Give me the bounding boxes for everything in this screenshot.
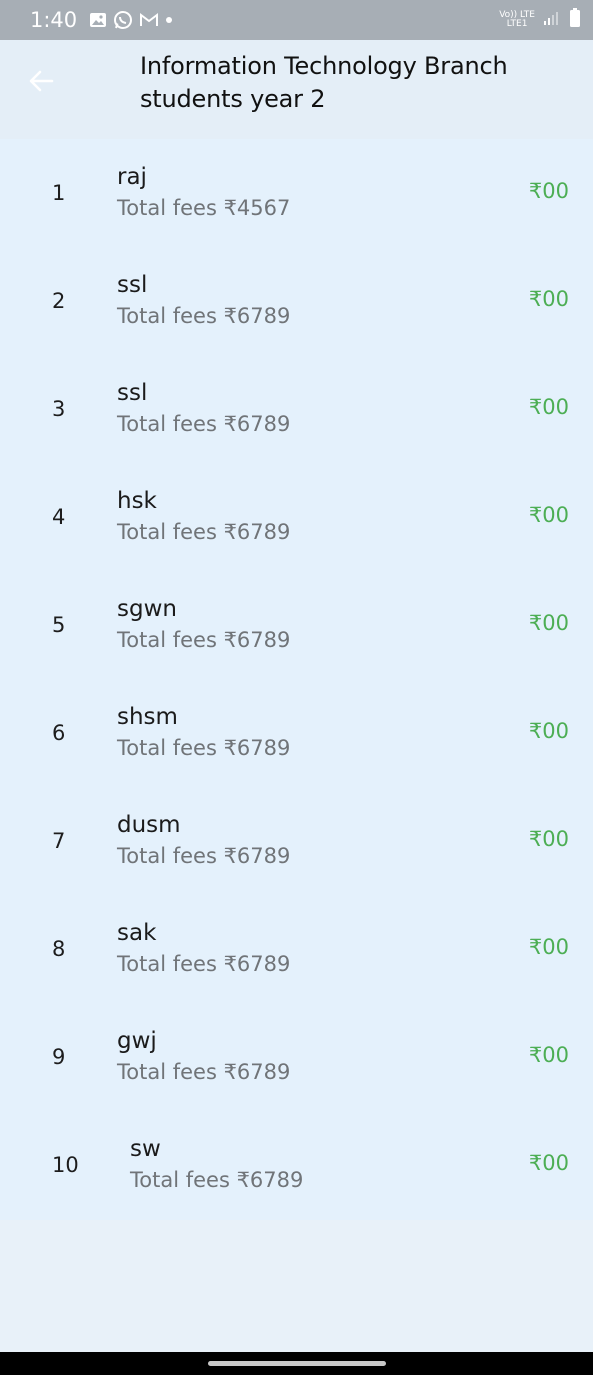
student-index: 10 bbox=[52, 1153, 79, 1177]
student-row[interactable]: 2 ssl Total fees ₹6789 ₹00 bbox=[0, 247, 593, 355]
student-index: 5 bbox=[52, 613, 66, 637]
page-title: Information Technology Branch students y… bbox=[140, 52, 508, 113]
student-paid-amount: ₹00 bbox=[528, 395, 569, 419]
student-paid-amount: ₹00 bbox=[528, 611, 569, 635]
network-label-bottom: LTE1 bbox=[506, 19, 528, 29]
student-row[interactable]: 8 sak Total fees ₹6789 ₹00 bbox=[0, 895, 593, 1003]
student-paid-amount: ₹00 bbox=[528, 503, 569, 527]
student-name: sak bbox=[117, 920, 157, 946]
student-total-fees: Total fees ₹4567 bbox=[117, 196, 291, 220]
student-index: 2 bbox=[52, 289, 66, 313]
gallery-icon bbox=[89, 12, 107, 28]
student-paid-amount: ₹00 bbox=[528, 287, 569, 311]
student-paid-amount: ₹00 bbox=[528, 827, 569, 851]
battery-icon bbox=[569, 7, 581, 33]
arrow-left-icon bbox=[29, 70, 54, 92]
student-row[interactable]: 3 ssl Total fees ₹6789 ₹00 bbox=[0, 355, 593, 463]
student-paid-amount: ₹00 bbox=[528, 719, 569, 743]
app-bar: Information Technology Branch students y… bbox=[0, 40, 593, 139]
student-row[interactable]: 6 shsm Total fees ₹6789 ₹00 bbox=[0, 679, 593, 787]
student-paid-amount: ₹00 bbox=[528, 1043, 569, 1067]
student-index: 7 bbox=[52, 829, 66, 853]
back-button[interactable] bbox=[24, 66, 58, 96]
student-name: hsk bbox=[117, 488, 157, 514]
student-total-fees: Total fees ₹6789 bbox=[117, 520, 291, 544]
student-index: 8 bbox=[52, 937, 66, 961]
student-row[interactable]: 4 hsk Total fees ₹6789 ₹00 bbox=[0, 463, 593, 571]
home-indicator[interactable] bbox=[208, 1361, 386, 1366]
student-total-fees: Total fees ₹6789 bbox=[117, 304, 291, 328]
students-list: 1 raj Total fees ₹4567 ₹00 2 ssl Total f… bbox=[0, 139, 593, 1220]
whatsapp-icon bbox=[113, 10, 133, 30]
student-name: raj bbox=[117, 164, 147, 190]
student-total-fees: Total fees ₹6789 bbox=[117, 628, 291, 652]
student-total-fees: Total fees ₹6789 bbox=[117, 844, 291, 868]
student-row[interactable]: 5 sgwn Total fees ₹6789 ₹00 bbox=[0, 571, 593, 679]
student-total-fees: Total fees ₹6789 bbox=[117, 412, 291, 436]
dot-icon bbox=[165, 16, 173, 24]
student-index: 3 bbox=[52, 397, 66, 421]
student-total-fees: Total fees ₹6789 bbox=[117, 952, 291, 976]
student-total-fees: Total fees ₹6789 bbox=[117, 1060, 291, 1084]
notification-icons bbox=[89, 10, 173, 30]
student-row[interactable]: 7 dusm Total fees ₹6789 ₹00 bbox=[0, 787, 593, 895]
status-time: 1:40 bbox=[30, 8, 78, 32]
student-name: sgwn bbox=[117, 596, 177, 622]
student-name: shsm bbox=[117, 704, 178, 730]
network-indicator: Vo)) LTE LTE1 bbox=[499, 11, 535, 29]
gmail-icon bbox=[139, 12, 159, 28]
student-paid-amount: ₹00 bbox=[528, 935, 569, 959]
student-paid-amount: ₹00 bbox=[528, 1151, 569, 1175]
status-bar: 1:40 Vo)) LTE LTE1 bbox=[0, 0, 593, 40]
student-total-fees: Total fees ₹6789 bbox=[130, 1168, 304, 1192]
student-index: 6 bbox=[52, 721, 66, 745]
student-row[interactable]: 10 sw Total fees ₹6789 ₹00 bbox=[0, 1111, 593, 1219]
student-name: dusm bbox=[117, 812, 181, 838]
student-index: 9 bbox=[52, 1045, 66, 1069]
student-paid-amount: ₹00 bbox=[528, 179, 569, 203]
student-name: ssl bbox=[117, 272, 148, 298]
student-row[interactable]: 9 gwj Total fees ₹6789 ₹00 bbox=[0, 1003, 593, 1111]
system-navigation-bar bbox=[0, 1352, 593, 1375]
student-index: 1 bbox=[52, 181, 66, 205]
signal-icon bbox=[543, 10, 561, 31]
student-name: sw bbox=[130, 1136, 161, 1162]
student-index: 4 bbox=[52, 505, 66, 529]
student-name: gwj bbox=[117, 1028, 157, 1054]
student-name: ssl bbox=[117, 380, 148, 406]
student-row[interactable]: 1 raj Total fees ₹4567 ₹00 bbox=[0, 139, 593, 247]
student-total-fees: Total fees ₹6789 bbox=[117, 736, 291, 760]
